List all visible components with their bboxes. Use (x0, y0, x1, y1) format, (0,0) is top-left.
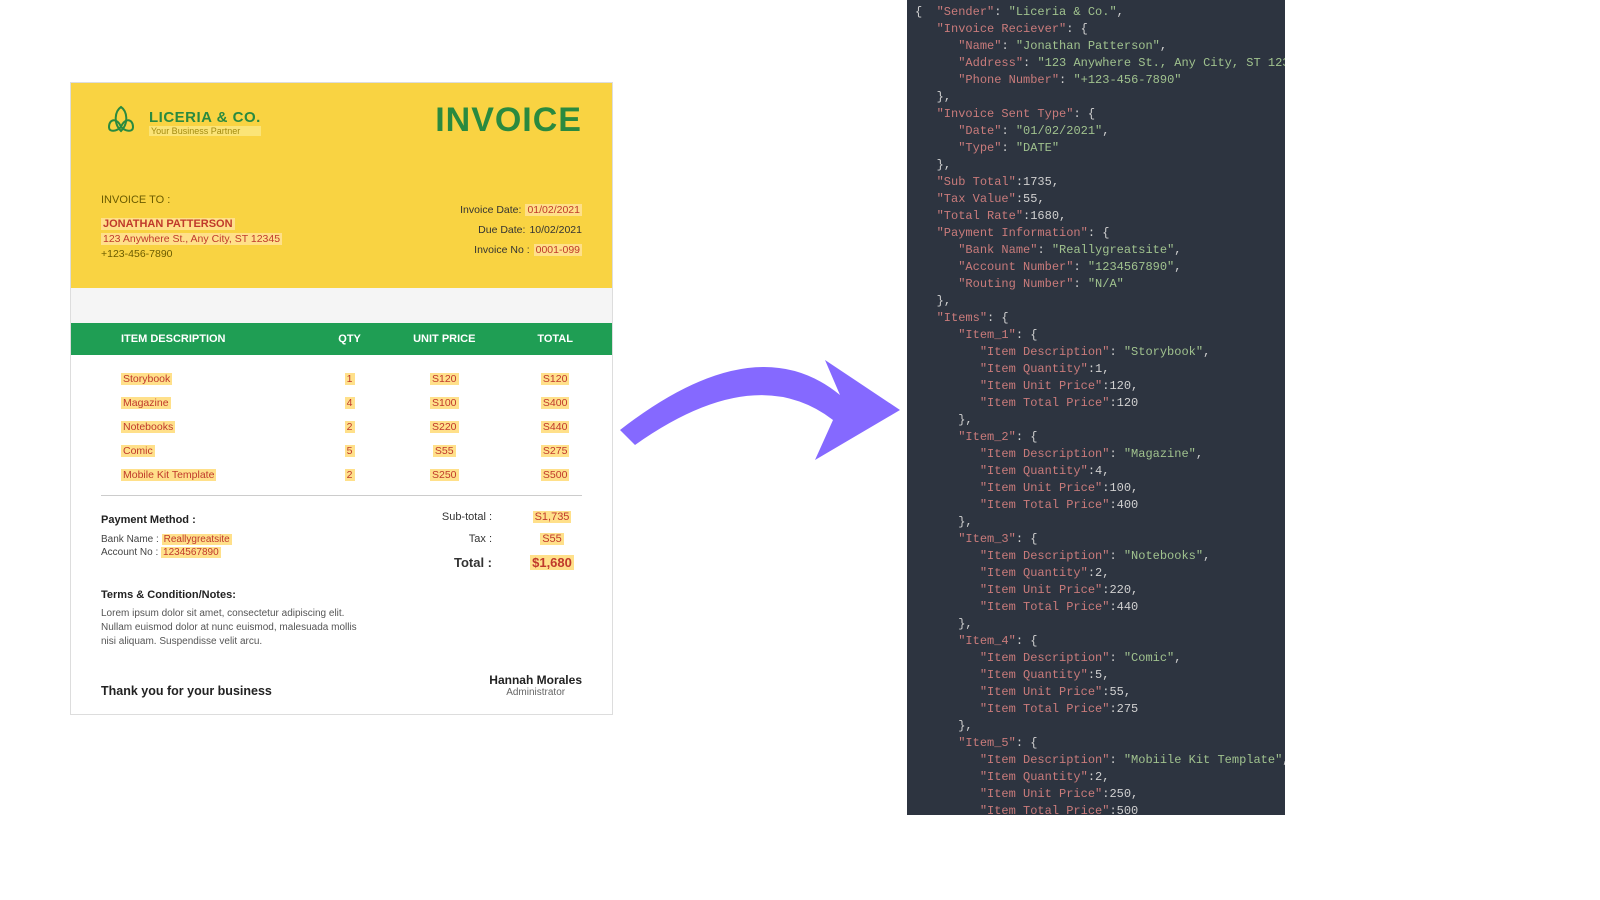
table-row: Mobile Kit Template 2 S250 S500 (71, 463, 612, 487)
item-desc: Mobile Kit Template (121, 469, 216, 481)
brand-name: LICERIA & CO. (149, 109, 261, 126)
item-qty: 1 (345, 373, 355, 385)
item-total: S120 (541, 373, 570, 385)
item-qty: 5 (345, 445, 355, 457)
item-qty: 4 (345, 397, 355, 409)
subtotal-label: Sub-total : (412, 511, 522, 523)
item-total: S275 (541, 445, 570, 457)
terms-block: Terms & Condition/Notes: Lorem ipsum dol… (101, 589, 361, 649)
total-label: Total : (412, 555, 522, 570)
item-desc: Storybook (121, 373, 172, 385)
payment-method-block: Payment Method : Bank Name : Reallygreat… (101, 506, 342, 575)
bank-value: Reallygreatsite (162, 534, 232, 545)
spacer (71, 288, 612, 323)
item-unit: S120 (430, 373, 459, 385)
invoice-no-value: 0001-099 (534, 244, 582, 256)
tax-value: S55 (540, 533, 564, 545)
table-row: Magazine 4 S100 S400 (71, 391, 612, 415)
items-table-header: ITEM DESCRIPTION QTY UNIT PRICE TOTAL (71, 323, 612, 355)
item-desc: Comic (121, 445, 155, 457)
signer-role: Administrator (489, 687, 582, 698)
account-label: Account No : (101, 547, 158, 558)
item-qty: 2 (345, 469, 355, 481)
col-unit: UNIT PRICE (390, 333, 498, 345)
due-date-label: Due Date: (478, 224, 525, 236)
due-date-value: 10/02/2021 (529, 224, 582, 236)
bank-label: Bank Name : (101, 534, 159, 545)
invoice-header: LICERIA & CO. Your Business Partner INVO… (71, 83, 612, 288)
terms-body: Lorem ipsum dolor sit amet, consectetur … (101, 607, 361, 649)
item-total: S440 (541, 421, 570, 433)
invoice-no-label: Invoice No : (474, 244, 529, 256)
terms-title: Terms & Condition/Notes: (101, 589, 361, 601)
invoice-title: INVOICE (435, 101, 582, 140)
invoice-document: LICERIA & CO. Your Business Partner INVO… (70, 82, 613, 715)
recipient-address: 123 Anywhere St., Any City, ST 12345 (101, 233, 282, 245)
item-desc: Magazine (121, 397, 171, 409)
totals-block: Sub-total : S1,735 Tax : S55 Total : $1,… (342, 506, 583, 575)
item-unit: S100 (430, 397, 459, 409)
signature-block: Hannah Morales Administrator (489, 673, 582, 698)
json-code-panel: { "Sender": "Liceria & Co.", "Invoice Re… (907, 0, 1285, 815)
payment-title: Payment Method : (101, 514, 342, 526)
item-unit: S250 (430, 469, 459, 481)
col-qty: QTY (309, 333, 390, 345)
thank-you-text: Thank you for your business (101, 684, 272, 698)
leaf-icon (101, 101, 141, 144)
invoice-meta: Invoice Date: 01/02/2021 Due Date: 10/02/2… (460, 201, 582, 261)
item-qty: 2 (345, 421, 355, 433)
item-total: S500 (541, 469, 570, 481)
items-table-body: Storybook 1 S120 S120 Magazine 4 S100 S400 Noteb… (71, 355, 612, 495)
col-desc: ITEM DESCRIPTION (71, 333, 309, 345)
item-unit: S220 (430, 421, 459, 433)
invoice-date-value: 01/02/2021 (525, 204, 582, 216)
table-row: Storybook 1 S120 S120 (71, 367, 612, 391)
signer-name: Hannah Morales (489, 673, 582, 687)
invoice-date-label: Invoice Date: (460, 204, 521, 216)
item-desc: Notebooks (121, 421, 175, 433)
brand-tagline: Your Business Partner (149, 126, 261, 136)
item-unit: S55 (433, 445, 456, 457)
table-row: Notebooks 2 S220 S440 (71, 415, 612, 439)
item-total: S400 (541, 397, 570, 409)
table-row: Comic 5 S55 S275 (71, 439, 612, 463)
account-value: 1234567890 (161, 547, 221, 558)
arrow-icon (615, 340, 905, 480)
col-total: TOTAL (498, 333, 612, 345)
recipient-name: JONATHAN PATTERSON (101, 218, 235, 230)
subtotal-value: S1,735 (533, 511, 572, 523)
summary-block: Payment Method : Bank Name : Reallygreat… (101, 495, 582, 575)
bottom-row: Thank you for your business Hannah Moral… (101, 673, 582, 698)
total-value: $1,680 (530, 555, 574, 570)
tax-label: Tax : (412, 533, 522, 545)
